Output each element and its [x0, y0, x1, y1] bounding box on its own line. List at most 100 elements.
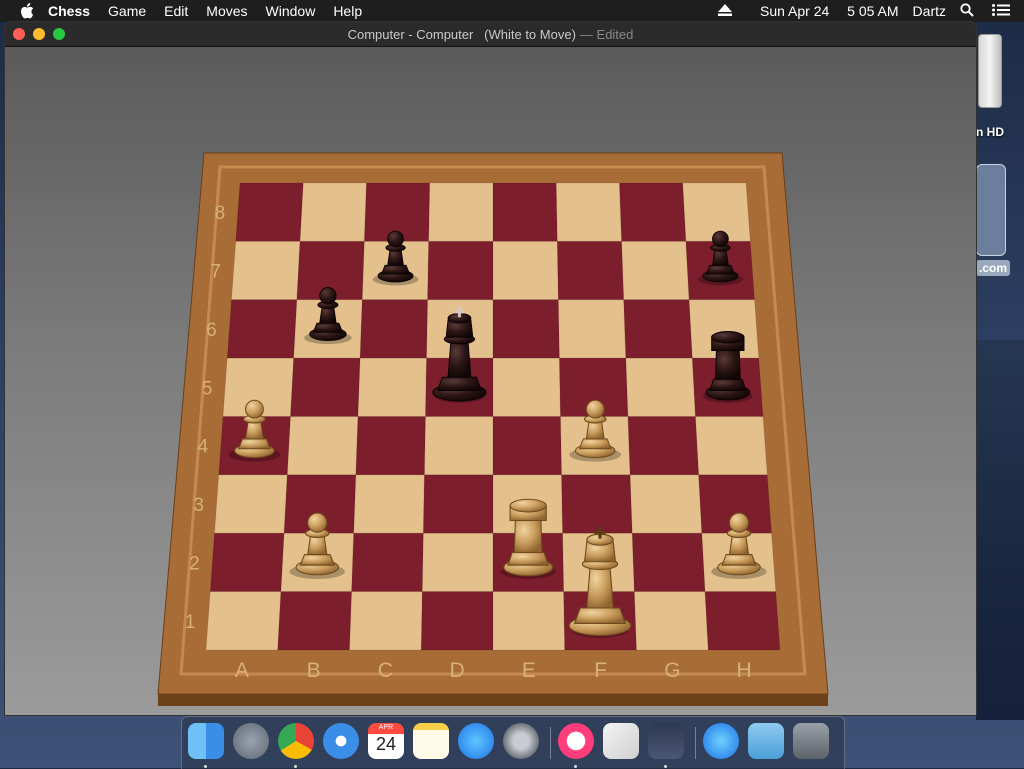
square-d1[interactable] — [420, 591, 494, 651]
trash-icon[interactable] — [793, 723, 829, 759]
square-c6[interactable] — [359, 299, 429, 359]
rank-label: 3 — [193, 495, 204, 516]
square-h4[interactable] — [694, 416, 768, 476]
square-g2[interactable] — [631, 532, 706, 593]
hard-disk-icon[interactable] — [978, 34, 1002, 108]
square-e1[interactable] — [492, 591, 566, 651]
launchpad-icon[interactable] — [233, 723, 269, 759]
traffic-lights — [13, 28, 73, 40]
square-f3[interactable] — [561, 474, 633, 534]
square-e7[interactable] — [492, 240, 559, 301]
square-g8[interactable] — [618, 182, 687, 242]
rank-label: 7 — [210, 262, 221, 283]
menubar-user[interactable]: Dartz — [913, 3, 946, 19]
file-label: G — [664, 659, 680, 682]
menu-chess[interactable]: Chess — [48, 3, 90, 19]
zoom-button[interactable] — [53, 28, 65, 40]
desktop-wallpaper — [976, 340, 1024, 720]
chess-board[interactable]: A B C D E F G H 1 2 3 4 5 6 7 8 — [5, 46, 976, 715]
square-a2[interactable] — [209, 532, 285, 593]
square-c3[interactable] — [353, 474, 425, 534]
square-g7[interactable] — [621, 240, 690, 301]
menubar-clock[interactable]: Sun Apr 24 5 05 AM — [746, 3, 899, 19]
square-d8[interactable] — [428, 182, 494, 242]
board-frame-edge — [158, 694, 828, 706]
square-f8[interactable] — [555, 182, 623, 242]
square-b5[interactable] — [289, 357, 361, 417]
file-label: E — [522, 659, 536, 682]
notes-icon[interactable] — [413, 723, 449, 759]
safari-icon[interactable] — [323, 723, 359, 759]
square-a7[interactable] — [230, 240, 301, 301]
close-button[interactable] — [13, 28, 25, 40]
square-e5[interactable] — [492, 357, 562, 417]
square-c1[interactable] — [348, 591, 423, 651]
square-c2[interactable] — [351, 532, 424, 593]
square-f7[interactable] — [556, 240, 625, 301]
spotlight-search-icon[interactable] — [960, 2, 974, 20]
rank-label: 2 — [189, 553, 200, 574]
desktop-file-icon[interactable] — [976, 164, 1006, 256]
square-b4[interactable] — [286, 416, 359, 476]
chrome-icon[interactable] — [278, 723, 314, 759]
square-g3[interactable] — [629, 474, 703, 534]
system-preferences-icon[interactable] — [503, 723, 539, 759]
square-b1[interactable] — [277, 591, 353, 651]
eject-icon[interactable] — [718, 3, 732, 19]
square-d3[interactable] — [422, 474, 494, 534]
file-label: A — [235, 659, 249, 682]
square-e4[interactable] — [492, 416, 563, 476]
menu-moves[interactable]: Moves — [206, 3, 247, 19]
square-g5[interactable] — [625, 357, 697, 417]
file-label: H — [737, 659, 752, 682]
menu-edit[interactable]: Edit — [164, 3, 188, 19]
square-d2[interactable] — [421, 532, 494, 593]
finder-icon[interactable] — [188, 723, 224, 759]
square-c4[interactable] — [355, 416, 427, 476]
app-store-downloads-icon[interactable] — [703, 723, 739, 759]
square-e6[interactable] — [492, 299, 560, 359]
square-c5[interactable] — [357, 357, 428, 417]
menu-game[interactable]: Game — [108, 3, 146, 19]
notification-center-icon[interactable] — [992, 3, 1010, 19]
square-g1[interactable] — [633, 591, 709, 651]
calendar-day: 24 — [375, 734, 397, 754]
textedit-icon[interactable] — [603, 723, 639, 759]
square-a1[interactable] — [205, 591, 282, 651]
file-label: F — [594, 659, 607, 682]
square-h1[interactable] — [704, 591, 781, 651]
menu-window[interactable]: Window — [266, 3, 316, 19]
downloads-folder-icon[interactable] — [748, 723, 784, 759]
square-a6[interactable] — [226, 299, 298, 359]
square-g6[interactable] — [623, 299, 693, 359]
app-store-icon[interactable] — [458, 723, 494, 759]
square-g4[interactable] — [627, 416, 700, 476]
window-titlebar[interactable]: Computer - Computer (White to Move) — Ed… — [5, 22, 976, 47]
status-area: Sun Apr 24 5 05 AM Dartz — [704, 0, 1024, 22]
clock-date: Sun Apr 24 — [760, 3, 830, 19]
chess-icon[interactable] — [648, 723, 684, 759]
rank-label: 5 — [202, 378, 213, 399]
square-a8[interactable] — [235, 182, 304, 242]
calendar-month: APR — [378, 724, 394, 731]
board-scene: A B C D E F G H 1 2 3 4 5 6 7 8 — [5, 46, 976, 715]
file-label: C — [378, 659, 393, 682]
calendar-icon[interactable]: APR 24 — [368, 723, 404, 759]
square-a3[interactable] — [213, 474, 288, 534]
dock: APR 24 — [181, 716, 845, 769]
square-e8[interactable] — [492, 182, 558, 242]
file-label: D — [450, 659, 465, 682]
menu-help[interactable]: Help — [333, 3, 362, 19]
rank-label: 1 — [185, 612, 196, 633]
square-d7[interactable] — [427, 240, 494, 301]
rank-label: 4 — [198, 437, 209, 458]
rank-label: 6 — [206, 320, 217, 341]
apple-icon[interactable] — [20, 3, 34, 19]
square-f6[interactable] — [557, 299, 627, 359]
hard-disk-label: n HD — [976, 125, 1004, 139]
itunes-icon[interactable] — [558, 723, 594, 759]
square-b8[interactable] — [299, 182, 368, 242]
minimize-button[interactable] — [33, 28, 45, 40]
desktop-icons: n HD .com — [976, 22, 1024, 352]
square-d4[interactable] — [423, 416, 494, 476]
